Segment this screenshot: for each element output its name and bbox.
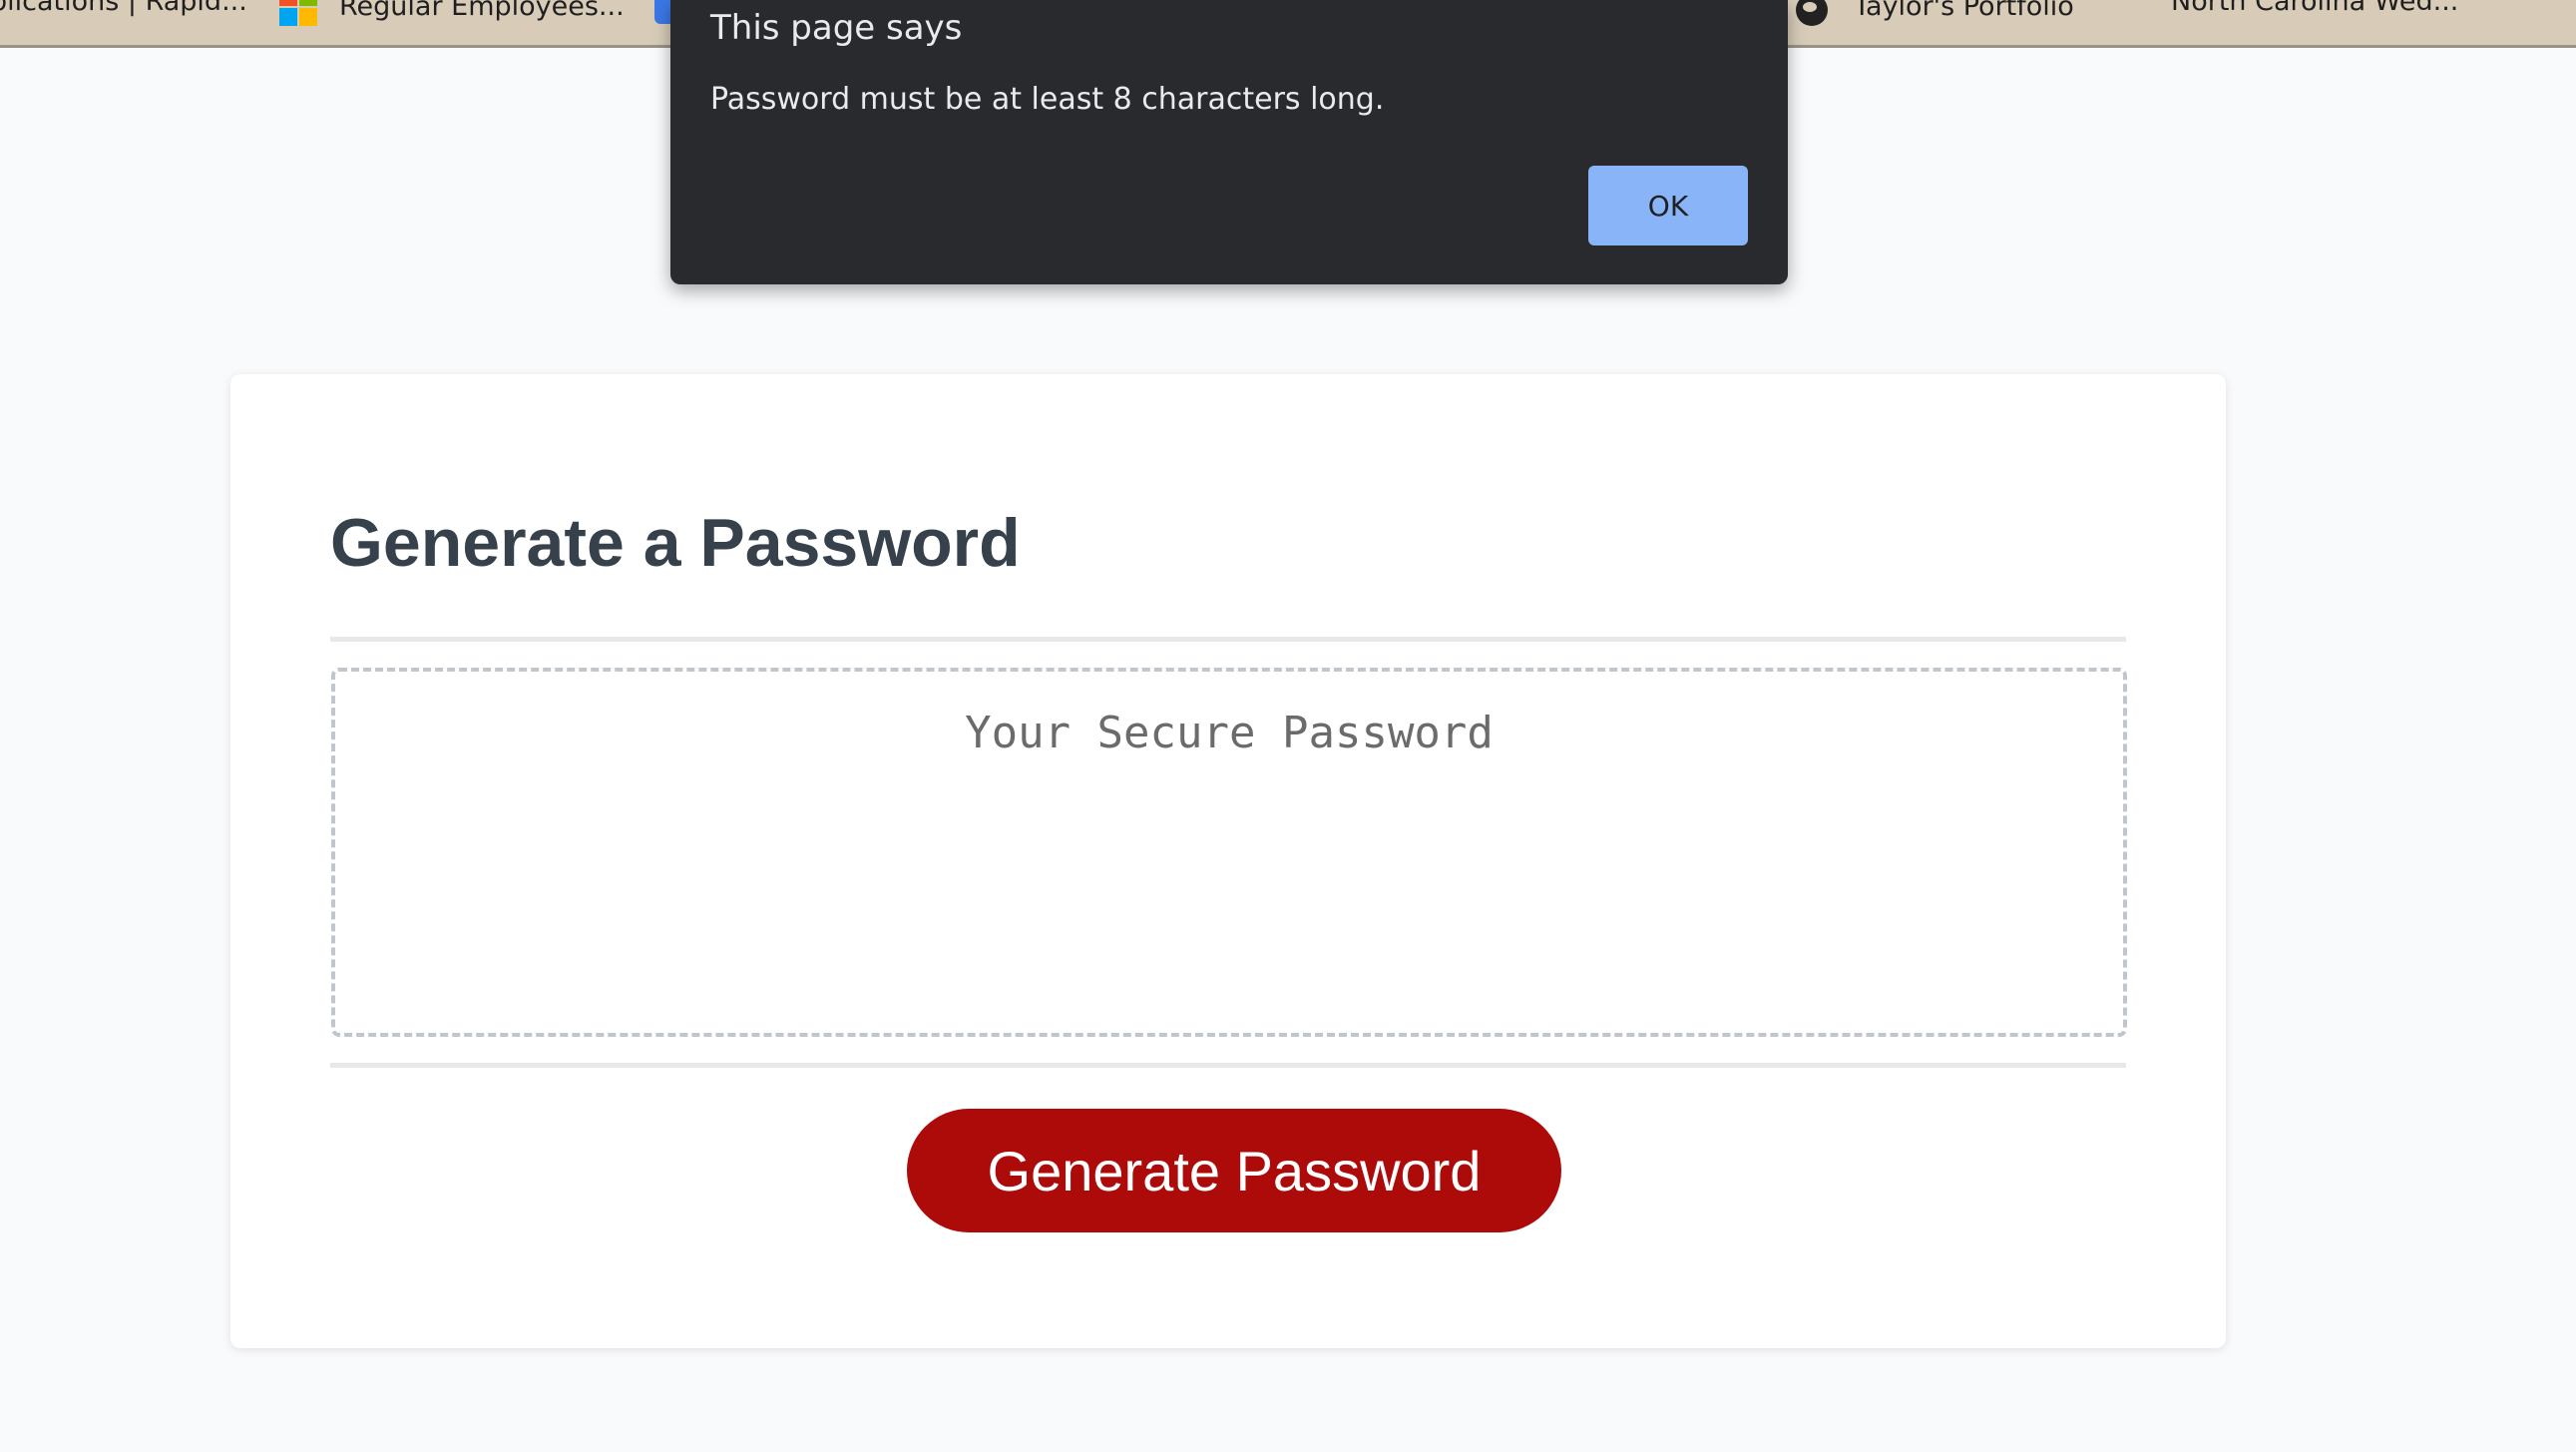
generate-password-button[interactable]: Generate Password — [907, 1109, 1561, 1232]
dialog-message: Password must be at least 8 characters l… — [710, 82, 1385, 117]
bookmark-label: Regular Employees... — [339, 0, 625, 22]
ok-button[interactable]: OK — [1588, 166, 1748, 245]
divider-bottom — [330, 1063, 2126, 1068]
password-card: Generate a Password Generate Password — [230, 374, 2226, 1348]
password-output[interactable] — [331, 668, 2127, 1037]
dialog-title: This page says — [710, 8, 963, 48]
page-title: Generate a Password — [330, 505, 1021, 581]
divider-top — [330, 637, 2126, 642]
bookmark-north-carolina[interactable]: North Carolina Wed... — [2171, 0, 2458, 17]
bookmark-regular-employees[interactable]: Regular Employees... — [279, 0, 625, 26]
alert-dialog: This page says Password must be at least… — [670, 0, 1788, 284]
bookmark-taylors-portfolio[interactable]: Taylor's Portfolio — [1796, 0, 2074, 26]
bookmark-label: plications | Rapid... — [0, 0, 247, 17]
globe-icon — [1796, 0, 1828, 26]
bookmark-rapid[interactable]: plications | Rapid... — [0, 0, 247, 17]
bookmark-label: Taylor's Portfolio — [1854, 0, 2074, 22]
bookmark-label: North Carolina Wed... — [2171, 0, 2459, 17]
browser-viewport: plications | Rapid... Regular Employees.… — [0, 0, 2576, 1452]
microsoft-icon — [279, 0, 317, 26]
